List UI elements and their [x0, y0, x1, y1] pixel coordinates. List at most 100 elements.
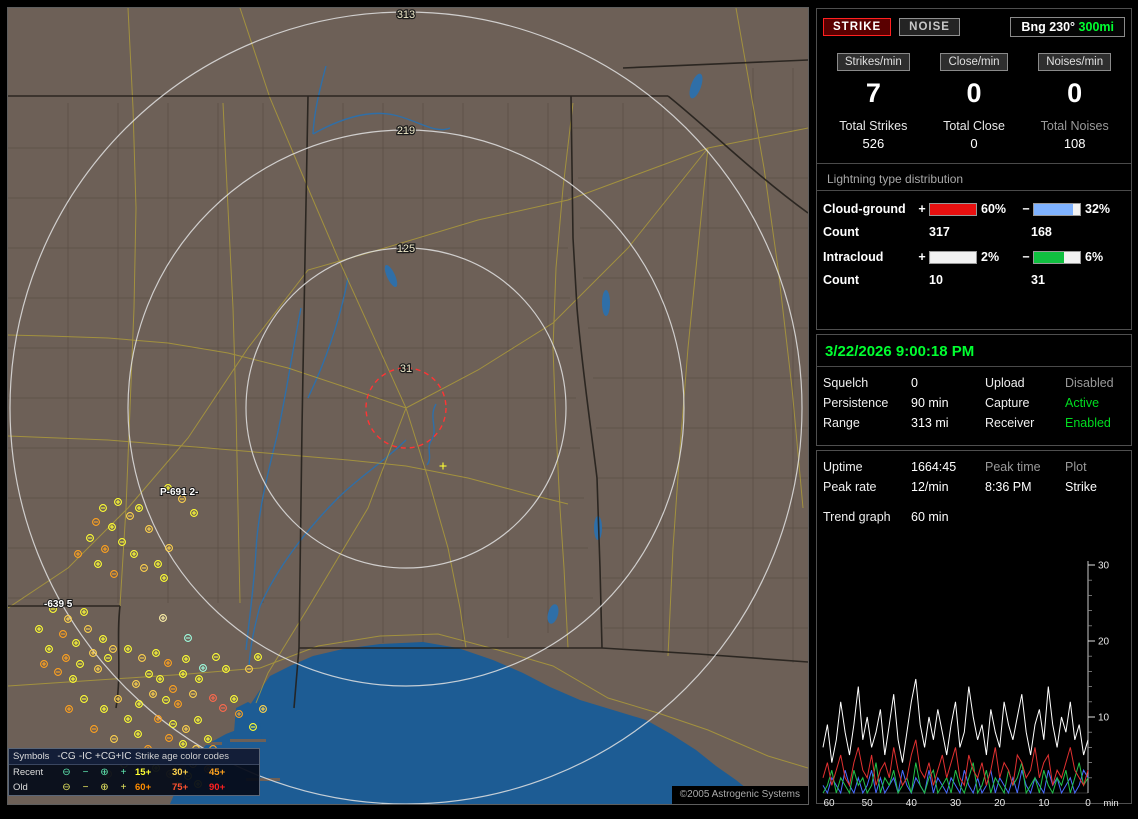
- svg-text:50: 50: [862, 798, 874, 809]
- range-label: Range: [823, 416, 860, 430]
- svg-text:30: 30: [1098, 561, 1110, 572]
- ic-negative-bar: [1033, 250, 1081, 264]
- intracloud-count-row: Count 10 31: [823, 273, 1125, 287]
- peak-time-label: Peak time: [985, 460, 1041, 474]
- lightning-map[interactable]: 313 219 125 31 P-691 2- -639 5 Symbols -CG -…: [7, 7, 809, 805]
- cg-positive-count: 317: [929, 225, 950, 239]
- svg-text:219: 219: [397, 125, 415, 137]
- divider: [817, 163, 1131, 164]
- cg-negative-count: 168: [1031, 225, 1052, 239]
- svg-text:10: 10: [1098, 713, 1110, 724]
- peak-time-value: 8:36 PM: [985, 480, 1032, 494]
- minus-icon: −: [82, 767, 89, 778]
- trend-panel: Uptime 1664:45 Peak time Plot Peak rate …: [816, 450, 1132, 809]
- peak-rate-label: Peak rate: [823, 480, 877, 494]
- plot-value: Strike: [1065, 480, 1097, 494]
- svg-text:20: 20: [1098, 637, 1110, 648]
- water-layer: [170, 65, 808, 804]
- ic-positive-count: 10: [929, 273, 943, 287]
- status-panel: 3/22/2026 9:00:18 PM Squelch 0 Upload Di…: [816, 334, 1132, 446]
- svg-text:10: 10: [1038, 798, 1050, 809]
- noise-mode-button[interactable]: NOISE: [899, 18, 960, 36]
- trend-graph-chart: 10 20 30 60 50 40 30 20 10 0 min: [821, 553, 1129, 819]
- uptime-label: Uptime: [823, 460, 863, 474]
- age-code-45: 45+: [209, 767, 226, 778]
- total-close-value: 0: [970, 136, 978, 151]
- uptime-row: Uptime 1664:45 Peak time Plot: [823, 457, 1125, 477]
- cg-negative-percent: 32%: [1085, 202, 1111, 216]
- svg-text:min: min: [1103, 798, 1118, 809]
- strikes-column: Strikes/min 7 Total Strikes 526: [823, 53, 924, 151]
- age-code-75: 75+: [172, 782, 189, 793]
- svg-text:30: 30: [950, 798, 962, 809]
- legend-col-neg-ic: -IC: [78, 751, 93, 762]
- legend-age-title: Strike age color codes: [135, 751, 229, 762]
- age-code-30: 30+: [172, 767, 189, 778]
- app-window: 313 219 125 31 P-691 2- -639 5 Symbols -CG -…: [0, 0, 1138, 812]
- rate-columns: Strikes/min 7 Total Strikes 526 Close/mi…: [823, 53, 1125, 151]
- svg-text:40: 40: [906, 798, 918, 809]
- legend-old-label: Old: [13, 782, 28, 793]
- strike-mode-button[interactable]: STRIKE: [823, 18, 892, 36]
- ic-positive-bar: [929, 250, 977, 264]
- intracloud-label: Intracloud: [823, 250, 884, 264]
- map-canvas: 313 219 125 31 P-691 2- -639 5: [8, 8, 808, 804]
- date-time-display: 3/22/2026 9:00:18 PM: [825, 343, 975, 360]
- persistence-value: 90 min: [911, 396, 949, 410]
- svg-text:20: 20: [994, 798, 1006, 809]
- status-row: Range 313 mi Receiver Enabled: [823, 413, 1125, 433]
- trend-window-value: 60 min: [911, 510, 949, 524]
- circle-minus-icon: ⊖: [62, 767, 71, 778]
- upload-label: Upload: [985, 376, 1025, 390]
- legend-col-pos-ic: +IC: [115, 751, 132, 762]
- ic-positive-percent: 2%: [981, 250, 1000, 264]
- trend-graph-label: Trend graph: [823, 510, 891, 524]
- total-strikes-value: 526: [862, 136, 885, 151]
- circle-plus-icon: ⊕: [100, 782, 109, 793]
- noises-per-min-value: 0: [1067, 78, 1083, 108]
- bearing-range: 300mi: [1078, 20, 1114, 34]
- divider: [817, 366, 1131, 367]
- map-legend: Symbols -CG -IC +CG +IC Strike age color…: [8, 748, 260, 796]
- legend-recent-row: Recent ⊖ − ⊕ + 15+ 30+ 45+: [9, 765, 259, 780]
- svg-text:31: 31: [400, 363, 412, 375]
- ic-negative-percent: 6%: [1085, 250, 1104, 264]
- legend-recent-ages: 15+ 30+ 45+: [133, 767, 255, 778]
- cg-positive-percent: 60%: [981, 202, 1007, 216]
- peak-rate-row: Peak rate 12/min 8:36 PM Strike: [823, 477, 1125, 497]
- total-strikes-label: Total Strikes: [839, 119, 908, 133]
- status-row: Persistence 90 min Capture Active: [823, 393, 1125, 413]
- status-row: Squelch 0 Upload Disabled: [823, 373, 1125, 393]
- legend-col-neg-cg: -CG: [57, 751, 76, 762]
- svg-text:-639 5: -639 5: [44, 599, 73, 610]
- legend-old-row: Old ⊖ − ⊕ + 60+ 75+ 90+: [9, 780, 259, 795]
- lakes: [384, 73, 703, 624]
- side-panel: STRIKE NOISE Bng 230° 300mi Strikes/min …: [816, 8, 1132, 809]
- age-code-90: 90+: [209, 782, 226, 793]
- svg-text:60: 60: [823, 798, 835, 809]
- copyright-notice: ©2005 Astrogenic Systems: [671, 786, 808, 804]
- distribution-title: Lightning type distribution: [817, 172, 1131, 191]
- cg-positive-bar: [929, 202, 977, 216]
- rivers: [245, 65, 451, 667]
- total-close-label: Total Close: [943, 119, 1005, 133]
- capture-status: Active: [1065, 396, 1100, 410]
- legend-col-pos-cg: +CG: [95, 751, 116, 762]
- cloud-ground-count-row: Count 317 168: [823, 225, 1125, 239]
- uptime-value: 1664:45: [911, 460, 957, 474]
- range-value: 313 mi: [911, 416, 949, 430]
- noises-per-min-label: Noises/min: [1038, 53, 1112, 71]
- circle-minus-icon: ⊖: [62, 782, 71, 793]
- strikes-per-min-value: 7: [865, 78, 881, 108]
- noises-column: Noises/min 0 Total Noises 108: [1024, 53, 1125, 151]
- legend-old-ages: 60+ 75+ 90+: [133, 782, 255, 793]
- close-per-min-value: 0: [966, 78, 982, 108]
- plus-icon: +: [918, 202, 926, 216]
- svg-text:0: 0: [1085, 798, 1091, 809]
- legend-recent-label: Recent: [13, 767, 44, 778]
- minus-icon: −: [1022, 250, 1030, 264]
- receiver-status: Enabled: [1065, 416, 1111, 430]
- mode-button-row: STRIKE NOISE Bng 230° 300mi: [823, 17, 1125, 37]
- cg-count-label: Count: [823, 225, 860, 239]
- trend-graph-row: Trend graph 60 min: [823, 507, 1125, 527]
